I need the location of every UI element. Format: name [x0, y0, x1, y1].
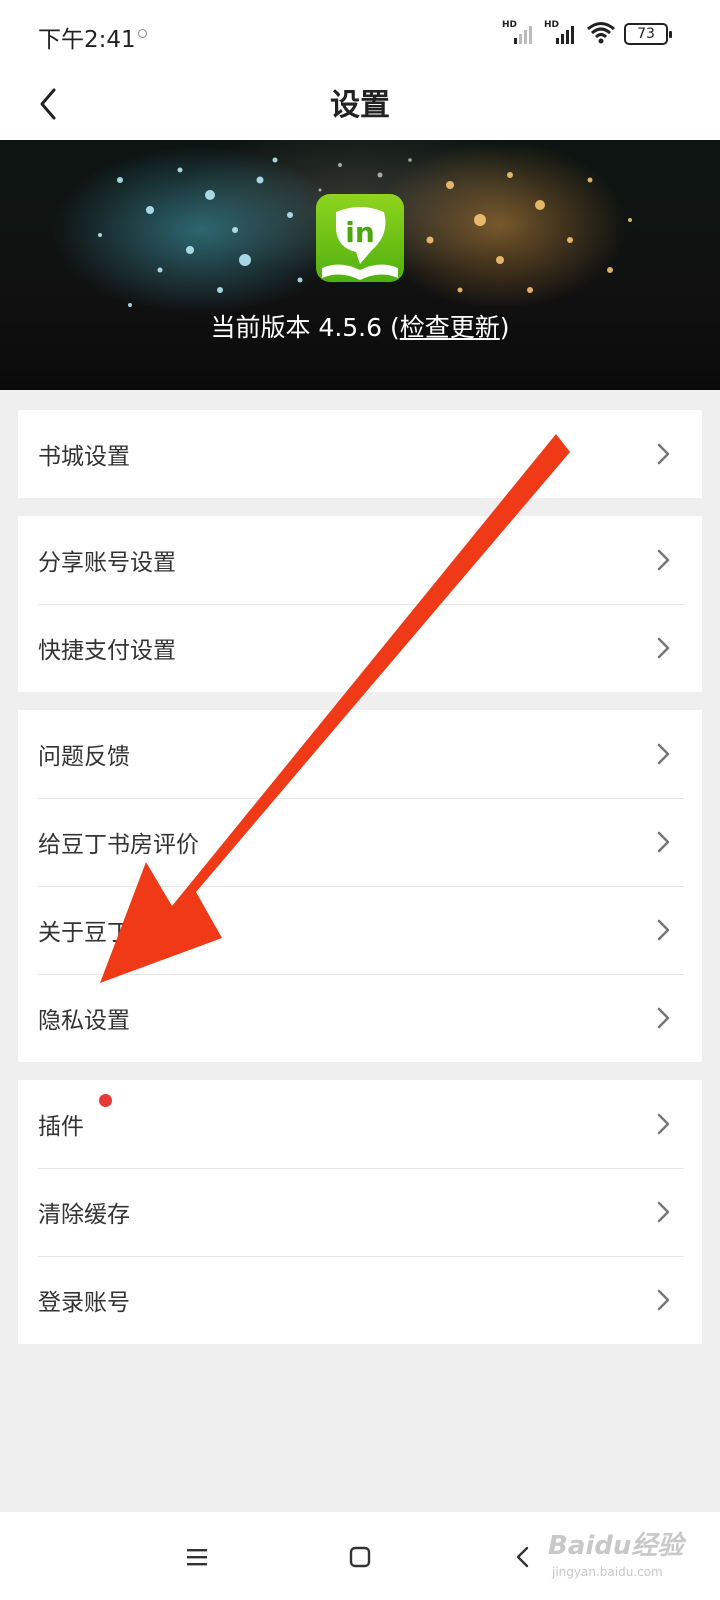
back-icon — [516, 1546, 529, 1568]
chevron-right-icon — [657, 743, 670, 765]
home-icon — [349, 1546, 371, 1568]
chevron-right-icon — [657, 1289, 670, 1311]
chevron-right-icon — [657, 919, 670, 941]
check-update-link[interactable]: 检查更新 — [400, 313, 500, 342]
version-suffix: ) — [499, 313, 510, 342]
home-button[interactable] — [335, 1532, 385, 1582]
chevron-right-icon — [657, 1007, 670, 1029]
settings-row-label: 给豆丁书房评价 — [38, 832, 199, 858]
settings-row-label: 分享账号设置 — [38, 550, 176, 576]
settings-row-label: 关于豆丁书房 — [38, 920, 176, 946]
chevron-right-icon — [657, 1113, 670, 1135]
chevron-right-icon — [657, 637, 670, 659]
status-time: 下午2:41 — [38, 27, 136, 53]
settings-row-share-account[interactable]: 分享账号设置 — [18, 516, 702, 604]
status-bar: 下午2:41 HD HD 73 — [0, 0, 720, 70]
battery-icon: 73 — [624, 23, 672, 45]
version-banner: in 当前版本 4.5.6 (检查更新) — [0, 140, 720, 390]
wifi-icon — [586, 20, 616, 48]
settings-row-label: 问题反馈 — [38, 744, 130, 770]
settings-row-label: 登录账号 — [38, 1290, 130, 1316]
signal-icon: HD — [502, 20, 536, 46]
header: 设置 — [0, 70, 720, 140]
chevron-right-icon — [657, 549, 670, 571]
settings-row-label: 书城设置 — [38, 444, 130, 470]
signal-icon: HD — [544, 20, 578, 46]
settings-group-3: 问题反馈 给豆丁书房评价 关于豆丁书房 隐私设置 — [18, 710, 702, 1062]
status-icons: HD HD 73 — [502, 20, 672, 48]
settings-row-plugins[interactable]: 插件 — [18, 1080, 702, 1168]
settings-group-2: 分享账号设置 快捷支付设置 — [18, 516, 702, 692]
new-badge-dot — [99, 1094, 112, 1107]
settings-row-label: 插件 — [38, 1114, 84, 1140]
app-logo: in — [316, 194, 404, 282]
settings-row-rate-app[interactable]: 给豆丁书房评价 — [18, 798, 702, 886]
version-text: 当前版本 4.5.6 (检查更新) — [0, 308, 720, 344]
baidu-watermark-url: jingyan.baidu.com — [552, 1565, 663, 1579]
menu-icon — [187, 1549, 207, 1566]
settings-row-login[interactable]: 登录账号 — [18, 1256, 702, 1344]
chevron-right-icon — [657, 1201, 670, 1223]
settings-row-label: 隐私设置 — [38, 1008, 130, 1034]
chevron-right-icon — [657, 831, 670, 853]
settings-row-clear-cache[interactable]: 清除缓存 — [18, 1168, 702, 1256]
baidu-watermark: Baidu经验 — [548, 1531, 684, 1561]
settings-row-feedback[interactable]: 问题反馈 — [18, 710, 702, 798]
settings-row-bookstore[interactable]: 书城设置 — [18, 410, 702, 498]
logo-text: in — [345, 216, 375, 249]
settings-group-1: 书城设置 — [18, 410, 702, 498]
page-title: 设置 — [330, 88, 390, 123]
settings-row-about[interactable]: 关于豆丁书房 — [18, 886, 702, 974]
chevron-right-icon — [657, 443, 670, 465]
settings-row-quick-pay[interactable]: 快捷支付设置 — [18, 604, 702, 692]
system-back-button[interactable] — [498, 1532, 548, 1582]
settings-row-label: 快捷支付设置 — [38, 638, 176, 664]
settings-group-4: 插件 清除缓存 登录账号 — [18, 1080, 702, 1344]
notification-icon — [138, 29, 147, 38]
version-prefix: 当前版本 4.5.6 ( — [210, 313, 400, 342]
settings-row-privacy[interactable]: 隐私设置 — [18, 974, 702, 1062]
menu-button[interactable] — [172, 1532, 222, 1582]
settings-row-label: 清除缓存 — [38, 1202, 130, 1228]
